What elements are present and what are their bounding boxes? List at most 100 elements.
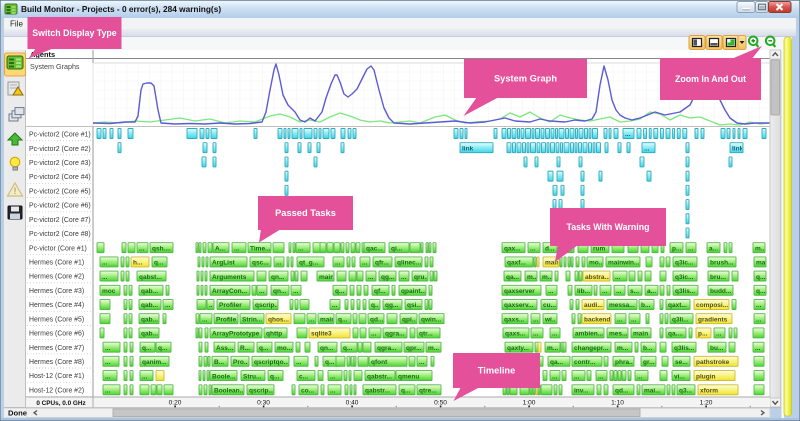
svg-text:qa....: qa.... (668, 331, 683, 338)
svg-text:qf...: qf... (374, 288, 386, 295)
svg-text:abstra...: abstra... (585, 274, 610, 281)
svg-text:changepr...: changepr... (574, 345, 609, 352)
svg-text:Zoom In And Out: Zoom In And Out (675, 74, 746, 84)
svg-text:Boolean...: Boolean... (214, 387, 245, 394)
svg-text:backend: backend (584, 316, 610, 323)
svg-text:Profile: Profile (216, 316, 237, 323)
svg-text:qab...: qab... (141, 288, 158, 295)
svg-text:qsi...: qsi... (407, 302, 422, 309)
svg-text:Profiler: Profiler (219, 302, 242, 309)
svg-text:qabst...: qabst... (139, 274, 162, 281)
svg-text:m...: m... (428, 345, 439, 352)
svg-text:qanim...: qanim... (142, 359, 167, 366)
svg-text:Pc-victor2 (Core #5): Pc-victor2 (Core #5) (29, 188, 91, 195)
svg-text:...: ... (548, 288, 554, 295)
svg-text:main: main (633, 331, 648, 338)
svg-text:budd...: budd... (710, 288, 731, 295)
svg-text:b...: b... (641, 302, 651, 309)
svg-text:qfr...: qfr... (375, 260, 389, 267)
svg-text:a...: a... (709, 245, 718, 252)
svg-text:b...: b... (643, 345, 653, 352)
svg-text:File: File (10, 20, 23, 29)
svg-text:...: ... (296, 359, 302, 366)
svg-text:A...: A... (215, 245, 225, 252)
svg-text:vi...: vi... (674, 373, 685, 380)
svg-text:qlinec...: qlinec... (397, 260, 421, 267)
svg-text:qab...: qab... (141, 331, 158, 338)
svg-text:lib...: lib... (577, 288, 590, 295)
svg-text:phra...: phra... (615, 359, 635, 366)
svg-text:q...: q... (756, 288, 766, 295)
svg-text:plugin: plugin (696, 373, 716, 380)
svg-text:ArrayCon...: ArrayCon... (212, 288, 247, 295)
svg-text:Host-12 (Core #2): Host-12 (Core #2) (29, 387, 84, 394)
svg-text:qgra...: qgra... (377, 345, 397, 352)
svg-text:rum: rum (593, 245, 606, 252)
svg-text:qaxty...: qaxty... (507, 345, 529, 352)
svg-text:Pc-victor2 (Core #6): Pc-victor2 (Core #6) (29, 203, 91, 210)
svg-text:0:50: 0:50 (434, 400, 447, 407)
svg-text:...: ... (293, 288, 299, 295)
svg-text:qaxserv...: qaxserv... (504, 302, 534, 309)
svg-text:qg...: qg... (385, 302, 399, 309)
svg-text:...: ... (401, 274, 407, 281)
svg-text:qab...: qab... (141, 302, 158, 309)
svg-text:q...: q... (335, 288, 345, 295)
svg-text:...: ... (105, 387, 111, 394)
svg-text:q...: q... (154, 260, 164, 267)
svg-text:...: ... (625, 131, 631, 138)
svg-text:Pc-victor2 (Core #8): Pc-victor2 (Core #8) (29, 231, 91, 238)
svg-text:ArgList: ArgList (212, 260, 236, 267)
svg-text:Pro...: Pro... (233, 359, 249, 366)
svg-text:Tasks With Warning: Tasks With Warning (566, 222, 649, 232)
svg-text:qn...: qn... (271, 274, 285, 281)
svg-text:...: ... (102, 274, 108, 281)
svg-text:Pc-victor (Core #1): Pc-victor (Core #1) (29, 245, 87, 252)
svg-text:wi...: wi... (544, 316, 557, 323)
svg-text:co...: co... (301, 387, 314, 394)
svg-text:mo...: mo... (277, 345, 292, 352)
svg-text:Pc-victor2 (Core #3): Pc-victor2 (Core #3) (29, 160, 91, 167)
svg-text:mes...: mes... (609, 331, 628, 338)
svg-text:Ass...: Ass... (216, 345, 234, 352)
svg-text:...: ... (419, 359, 425, 366)
svg-text:Stru...: Stru... (243, 373, 262, 380)
svg-text:s...: s... (630, 288, 639, 295)
svg-text:q...: q... (343, 345, 353, 352)
svg-text:d...: d... (545, 245, 555, 252)
svg-text:qt_g...: qt_g... (299, 260, 318, 267)
svg-text:...: ... (335, 260, 341, 267)
svg-text:qn...: qn... (273, 288, 287, 295)
svg-text:...: ... (552, 331, 558, 338)
svg-text:Time...: Time... (250, 245, 271, 252)
svg-text:qa...: qa... (550, 359, 563, 366)
svg-text:Hermes (Core #4): Hermes (Core #4) (29, 302, 84, 309)
svg-text:h...: h... (133, 260, 143, 267)
svg-text:qpaint...: qpaint... (401, 288, 426, 295)
svg-text:...: ... (362, 260, 368, 267)
svg-text:bu...: bu... (710, 345, 724, 352)
svg-text:Boole...: Boole... (212, 373, 236, 380)
svg-text:q...: q... (270, 373, 280, 380)
svg-text:Pc-victor2 (Core #7): Pc-victor2 (Core #7) (29, 217, 91, 224)
svg-text:...: ... (330, 373, 336, 380)
svg-text:pathstroke: pathstroke (696, 359, 730, 366)
svg-text:qmenu: qmenu (398, 373, 419, 380)
svg-text:qa...: qa... (506, 274, 519, 281)
svg-text:qd...: qd... (615, 387, 629, 394)
svg-text:q...: q... (142, 345, 152, 352)
svg-text:c...: c... (299, 373, 308, 380)
svg-text:qpr...: qpr... (406, 345, 422, 352)
svg-text:qfont: qfont (371, 359, 388, 366)
svg-text:Switch Display Type: Switch Display Type (32, 28, 117, 38)
svg-text:q...: q... (756, 274, 766, 281)
svg-text:qsc...: qsc... (252, 260, 269, 267)
svg-text:0:40: 0:40 (346, 400, 359, 407)
svg-text:...: ... (533, 331, 539, 338)
svg-text:xform: xform (700, 387, 718, 394)
svg-text:...: ... (616, 288, 622, 295)
svg-text:mai...: mai... (644, 387, 661, 394)
svg-text:Timeline: Timeline (478, 366, 516, 376)
svg-text:...: ... (756, 302, 762, 309)
svg-text:...: ... (617, 316, 623, 323)
